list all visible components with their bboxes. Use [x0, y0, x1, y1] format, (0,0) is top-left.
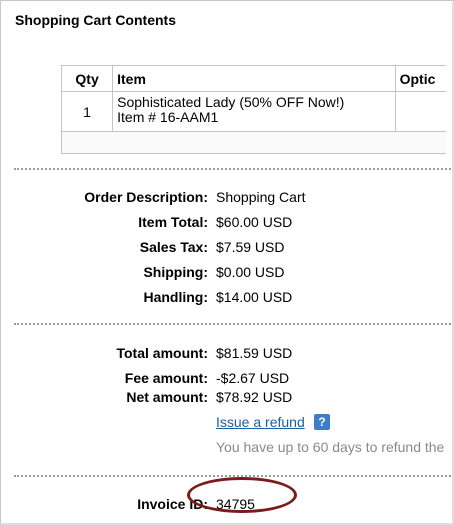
fee-amount-label: Fee amount: — [124, 370, 208, 386]
handling-label: Handling: — [143, 289, 208, 305]
column-header-item: Item — [112, 65, 396, 92]
table-footer-cell — [61, 131, 453, 154]
net-amount-label: Net amount: — [126, 389, 208, 405]
shipping-value: $0.00 USD — [216, 264, 285, 280]
help-icon[interactable]: ? — [314, 414, 330, 430]
section-title: Shopping Cart Contents — [15, 12, 176, 28]
column-header-qty: Qty — [60, 65, 114, 92]
order-description-row: Order Description: Shopping Cart — [1, 188, 453, 206]
handling-row: Handling: $14.00 USD — [1, 288, 453, 306]
divider — [14, 323, 453, 325]
item-options — [394, 91, 453, 132]
item-qty: 1 — [60, 91, 114, 132]
handling-value: $14.00 USD — [216, 289, 293, 305]
cart-table: Qty Item Optic 1 Sophisticated Lady (50%… — [60, 65, 453, 154]
divider — [14, 168, 453, 170]
highlight-circle-annotation — [187, 477, 297, 513]
item-total-label: Item Total: — [138, 214, 208, 230]
table-header-row: Qty Item Optic — [60, 65, 453, 92]
net-amount-row: Net amount: $78.92 USD — [1, 388, 453, 406]
item-total-row: Item Total: $60.00 USD — [1, 213, 453, 231]
refund-note: You have up to 60 days to refund the — [216, 439, 445, 455]
shipping-row: Shipping: $0.00 USD — [1, 263, 453, 281]
fee-amount-row: Fee amount: -$2.67 USD — [1, 369, 453, 387]
item-name: Sophisticated Lady (50% OFF Now!) — [117, 94, 345, 110]
table-row: 1 Sophisticated Lady (50% OFF Now!) Item… — [60, 91, 453, 132]
table-footer-row — [61, 131, 453, 154]
item-number: Item # 16-AAM1 — [117, 109, 219, 125]
transaction-details-panel: Shopping Cart Contents Qty Item Optic 1 … — [0, 0, 454, 525]
shipping-label: Shipping: — [143, 264, 208, 280]
total-amount-value: $81.59 USD — [216, 345, 293, 361]
sales-tax-value: $7.59 USD — [216, 239, 285, 255]
issue-refund-link[interactable]: Issue a refund — [216, 414, 305, 430]
total-amount-label: Total amount: — [116, 345, 208, 361]
sales-tax-label: Sales Tax: — [139, 239, 208, 255]
fee-amount-value: -$2.67 USD — [216, 370, 290, 386]
order-description-label: Order Description: — [84, 189, 208, 205]
total-amount-row: Total amount: $81.59 USD — [1, 344, 453, 362]
item-description: Sophisticated Lady (50% OFF Now!) Item #… — [112, 91, 396, 132]
item-total-value: $60.00 USD — [216, 214, 293, 230]
net-amount-value: $78.92 USD — [216, 389, 293, 405]
sales-tax-row: Sales Tax: $7.59 USD — [1, 238, 453, 256]
order-description-value: Shopping Cart — [216, 189, 306, 205]
column-header-options: Optic — [394, 65, 453, 92]
